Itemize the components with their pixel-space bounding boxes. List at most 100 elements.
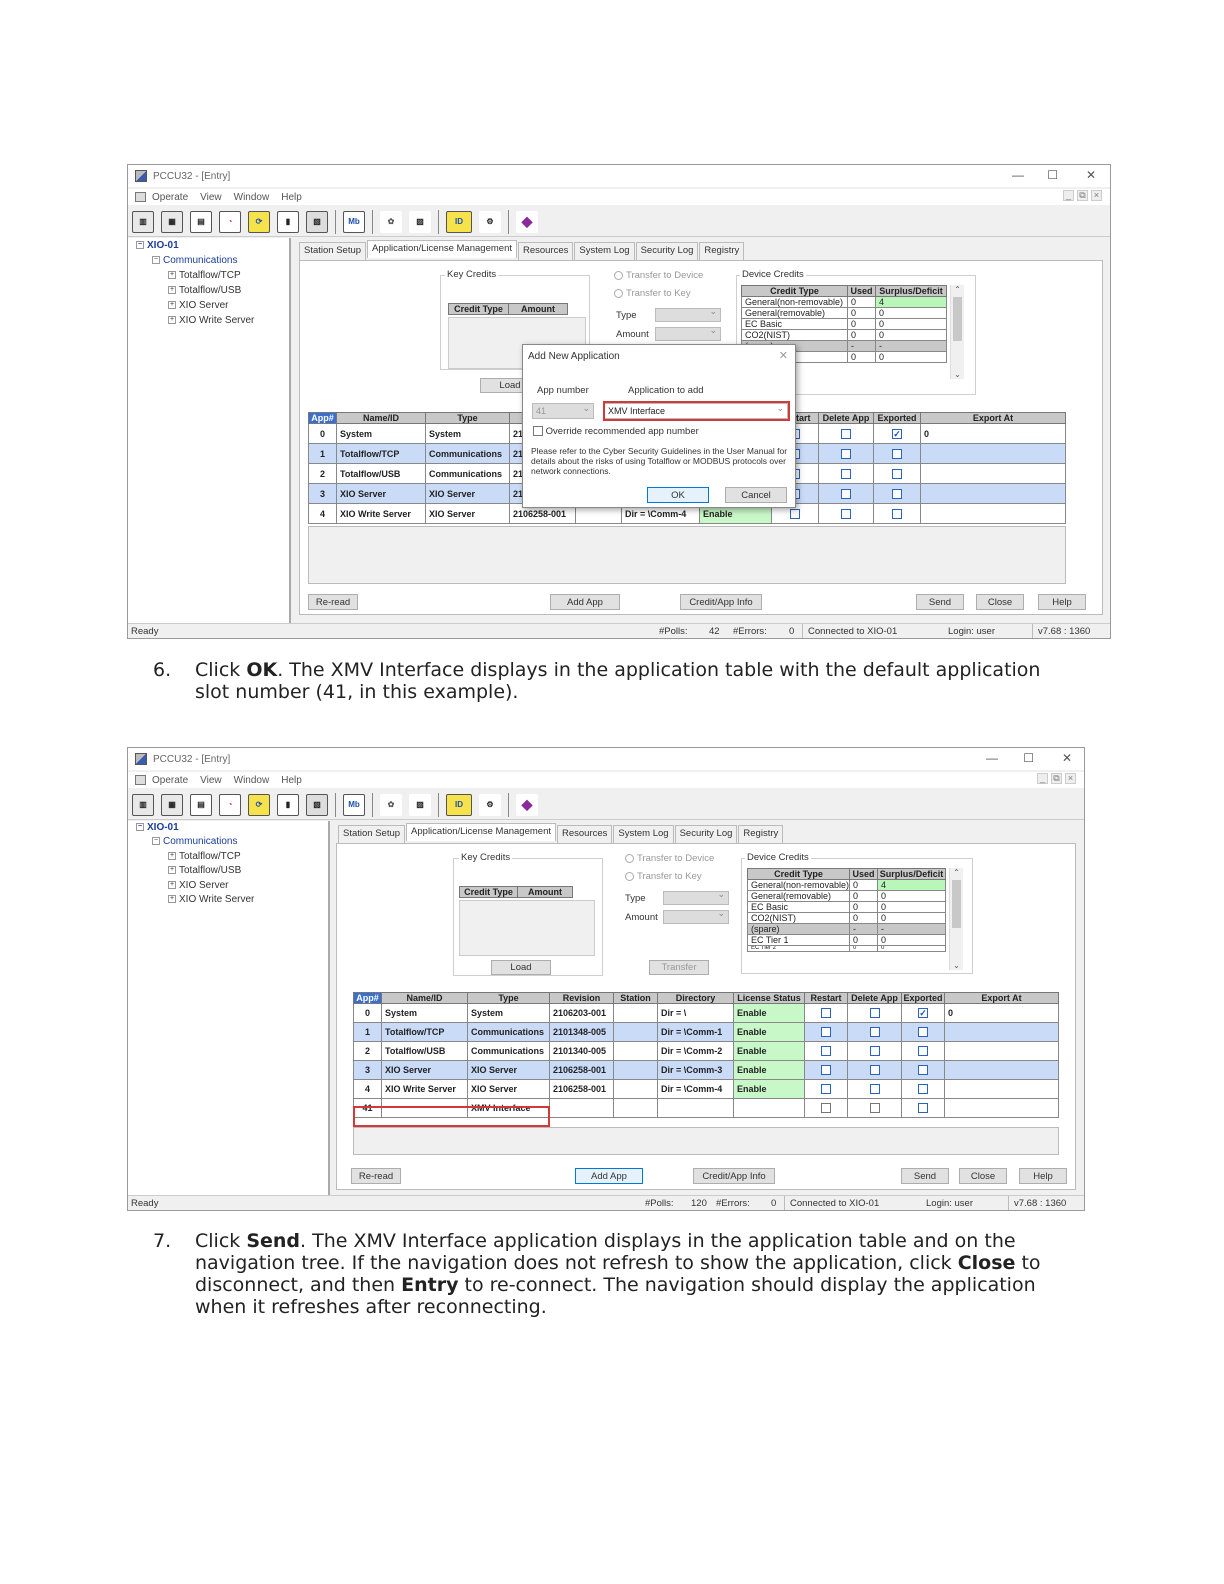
app-number-select[interactable]: 41 — [532, 401, 594, 419]
exported-checkbox[interactable] — [918, 1103, 928, 1114]
tab-app-license[interactable]: Application/License Management — [406, 823, 556, 841]
scroll-down-icon[interactable]: ⌄ — [950, 961, 963, 970]
delete-checkbox[interactable] — [869, 1008, 880, 1019]
menu-help[interactable]: Help — [281, 775, 302, 786]
scroll-down-icon[interactable]: ⌄ — [951, 370, 964, 379]
table-row[interactable]: 3XIO ServerXIO Server2106258-001Dir = \C… — [353, 1060, 1059, 1080]
tree-item[interactable]: + XIO Server — [168, 880, 228, 891]
tab-registry[interactable]: Registry — [699, 242, 745, 260]
radio-transfer-to-device[interactable]: Transfer to Device — [614, 270, 703, 281]
cancel-button[interactable]: Cancel — [725, 487, 787, 503]
mdi-restore-icon[interactable]: ⧉ — [1077, 190, 1088, 201]
archive-icon[interactable]: ▨ — [409, 793, 431, 816]
collapse-icon[interactable]: − — [152, 837, 160, 846]
device-credits-scrollbar[interactable]: ⌃ ⌄ — [950, 285, 964, 379]
dialog-close-icon[interactable]: ✕ — [779, 349, 788, 362]
minimize-icon[interactable]: — — [986, 751, 998, 765]
delete-checkbox[interactable] — [869, 1084, 880, 1095]
expand-icon[interactable]: + — [168, 286, 176, 295]
mdi-restore-icon[interactable]: ⧉ — [1051, 773, 1062, 784]
send-button[interactable]: Send — [916, 594, 964, 610]
entry-icon[interactable]: ▥ — [132, 793, 154, 816]
radio-transfer-to-key[interactable]: Transfer to Key — [614, 288, 691, 299]
expand-icon[interactable]: + — [168, 895, 176, 904]
tab-app-license[interactable]: Application/License Management — [367, 240, 517, 258]
exported-checkbox[interactable] — [892, 468, 902, 479]
close-button[interactable]: Close — [959, 1168, 1007, 1184]
add-app-button[interactable]: Add App — [550, 594, 620, 610]
collapse-icon[interactable]: − — [152, 256, 160, 265]
menu-operate[interactable]: Operate — [152, 775, 188, 786]
menu-view[interactable]: View — [200, 775, 222, 786]
tab-resources[interactable]: Resources — [518, 242, 574, 260]
exported-checkbox[interactable]: ✓ — [892, 428, 902, 439]
tree-item[interactable]: + XIO Server — [168, 300, 228, 311]
exported-checkbox[interactable] — [892, 488, 902, 499]
maximize-icon[interactable]: ☐ — [1047, 168, 1058, 182]
setup-gear-icon[interactable]: ✿ — [380, 793, 402, 816]
close-icon[interactable]: ✕ — [1086, 168, 1096, 182]
mdi-minimize-icon[interactable]: _ — [1063, 190, 1074, 201]
tab-security-log[interactable]: Security Log — [674, 825, 738, 843]
delete-checkbox[interactable] — [869, 1065, 880, 1076]
amount-select[interactable] — [655, 325, 721, 341]
add-app-button[interactable]: Add App — [575, 1168, 643, 1184]
close-icon[interactable]: ✕ — [1062, 751, 1072, 765]
scroll-thumb[interactable] — [953, 297, 962, 341]
tree-item[interactable]: + Totalflow/TCP — [168, 270, 241, 281]
tab-system-log[interactable]: System Log — [613, 825, 674, 843]
refresh-icon[interactable]: ⟳ — [248, 793, 270, 816]
delete-checkbox[interactable] — [869, 1027, 880, 1038]
device-credits-scrollbar[interactable]: ⌃ ⌄ — [949, 868, 963, 970]
expand-icon[interactable]: + — [168, 866, 176, 875]
type-select[interactable] — [663, 889, 729, 905]
delete-checkbox[interactable] — [841, 448, 851, 459]
report-icon[interactable]: ▤ — [190, 210, 212, 233]
expand-icon[interactable]: + — [168, 881, 176, 890]
minimize-icon[interactable]: — — [1012, 168, 1024, 182]
tab-station-setup[interactable]: Station Setup — [338, 825, 406, 843]
delete-checkbox[interactable] — [869, 1103, 880, 1114]
reread-button[interactable]: Re-read — [351, 1168, 401, 1184]
tree-item[interactable]: + Totalflow/TCP — [168, 851, 241, 862]
credit-app-info-button[interactable]: Credit/App Info — [693, 1168, 775, 1184]
exported-checkbox[interactable]: ✓ — [918, 1008, 928, 1019]
type-select[interactable] — [655, 306, 721, 322]
collapse-icon[interactable]: − — [136, 823, 144, 832]
tree-communications[interactable]: − Communications — [152, 255, 237, 266]
monitor-icon[interactable]: ▮ — [277, 793, 299, 816]
menu-window[interactable]: Window — [234, 775, 270, 786]
expand-icon[interactable]: + — [168, 301, 176, 310]
report-icon[interactable]: ▤ — [190, 793, 212, 816]
reread-button[interactable]: Re-read — [308, 594, 358, 610]
tree-item[interactable]: + Totalflow/USB — [168, 285, 241, 296]
calibrate-icon[interactable]: ◔ — [219, 210, 241, 233]
mb-icon[interactable]: Mb — [343, 793, 365, 816]
table-row[interactable]: 0SystemSystem2106203-001Dir = \Enable✓0 — [353, 1003, 1059, 1023]
tab-resources[interactable]: Resources — [557, 825, 613, 843]
mb-icon[interactable]: Mb — [343, 210, 365, 233]
setup-icon[interactable]: ⚙ — [479, 793, 501, 816]
monitor-icon[interactable]: ▮ — [277, 210, 299, 233]
expand-icon[interactable]: + — [168, 852, 176, 861]
tree-communications[interactable]: − Communications — [152, 836, 237, 847]
tab-registry[interactable]: Registry — [738, 825, 784, 843]
restart-checkbox[interactable] — [821, 1103, 831, 1114]
table-row[interactable]: 4 XIO Write Server XIO Server 2106258-001 Di… — [353, 1079, 1059, 1099]
override-checkbox[interactable] — [533, 426, 543, 437]
delete-checkbox[interactable] — [841, 428, 851, 439]
expand-icon[interactable]: + — [168, 316, 176, 325]
exported-checkbox[interactable] — [892, 508, 902, 519]
restart-checkbox[interactable] — [821, 1046, 831, 1057]
exported-checkbox[interactable] — [918, 1027, 928, 1038]
id-icon[interactable]: ID — [446, 210, 472, 233]
refresh-icon[interactable]: ⟳ — [248, 210, 270, 233]
restart-checkbox[interactable] — [821, 1008, 831, 1019]
export-icon[interactable]: ▧ — [306, 210, 328, 233]
ok-button[interactable]: OK — [647, 487, 709, 503]
help-button[interactable]: Help — [1019, 1168, 1067, 1184]
help-book-icon[interactable]: ◆ — [516, 210, 538, 233]
close-button[interactable]: Close — [976, 594, 1024, 610]
scroll-up-icon[interactable]: ⌃ — [951, 285, 964, 294]
exported-checkbox[interactable] — [918, 1065, 928, 1076]
